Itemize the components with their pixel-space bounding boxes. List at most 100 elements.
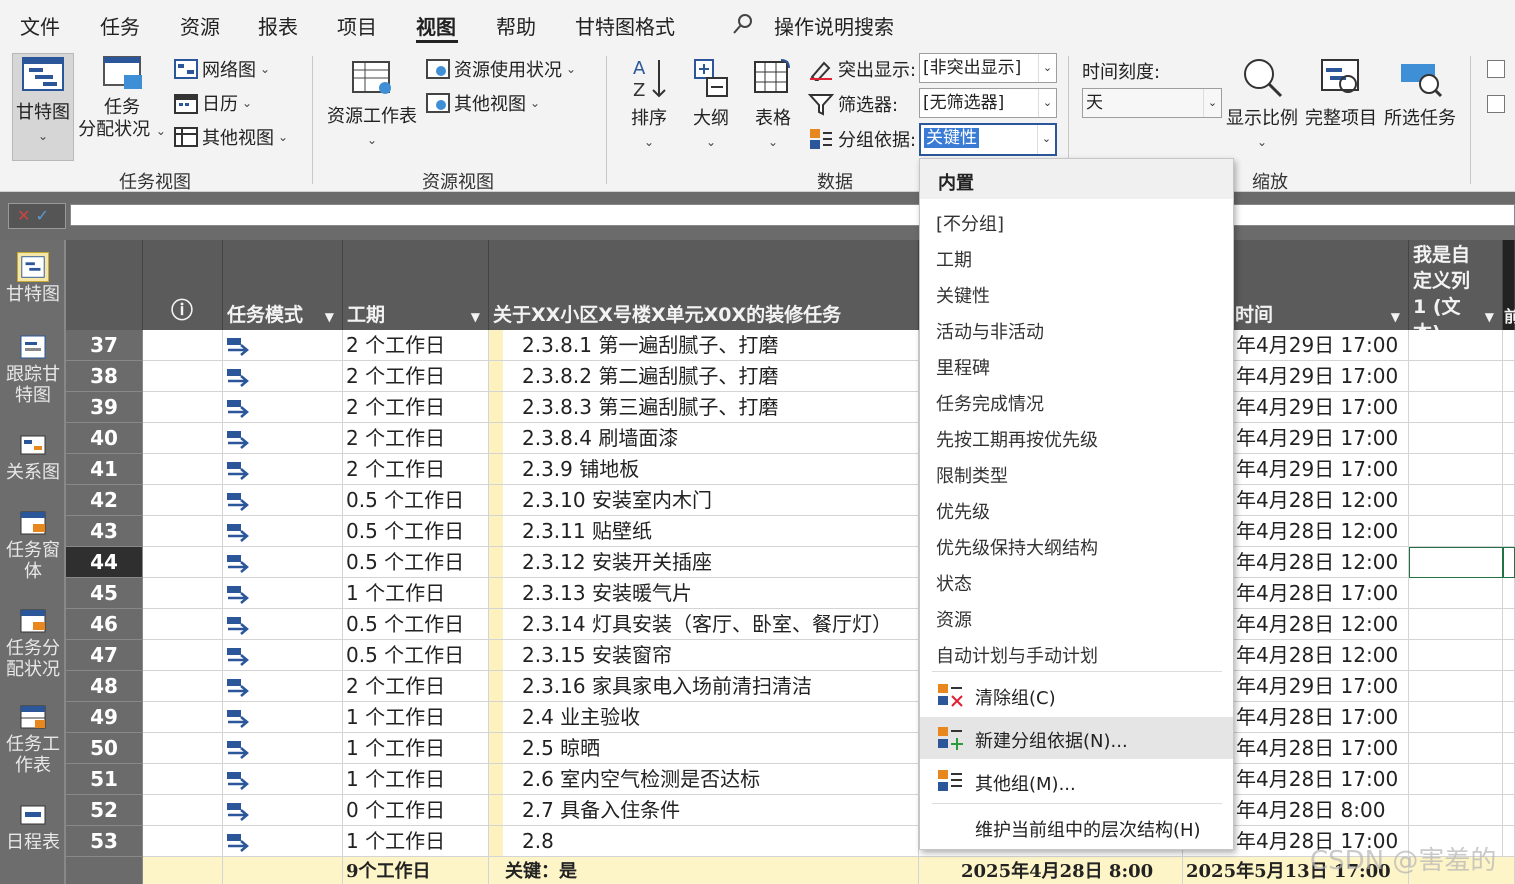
duration-cell[interactable]: 0.5 个工作日 [343, 516, 489, 547]
task-name-cell[interactable]: 2.3.13 安装暖气片 [489, 578, 919, 609]
extra-cell[interactable] [1503, 516, 1515, 547]
calendar-button[interactable]: 日历 ⌄ [174, 90, 252, 116]
info-cell[interactable] [143, 702, 223, 733]
extra-cell[interactable] [1503, 733, 1515, 764]
column-header-task-mode[interactable]: 任务模式 ▼ [223, 240, 343, 330]
mode-cell[interactable] [223, 609, 343, 640]
group-option[interactable]: 先按工期再按优先级 [920, 419, 1233, 455]
table-row[interactable]: 47 0.5 个工作日 2.3.15 安装窗帘 年4月28日 12:00 [66, 640, 1515, 671]
custom-text-cell[interactable] [1409, 330, 1503, 361]
task-name-cell[interactable]: 2.3.8.1 第一遍刮腻子、打磨 [489, 330, 919, 361]
summary-duration[interactable]: 9个工作日 [343, 857, 489, 884]
duration-cell[interactable]: 2 个工作日 [343, 454, 489, 485]
mode-cell[interactable] [223, 516, 343, 547]
row-number[interactable]: 41 [66, 454, 143, 485]
extra-cell[interactable] [1503, 423, 1515, 454]
custom-text-cell[interactable] [1409, 609, 1503, 640]
row-number[interactable]: 37 [66, 330, 143, 361]
row-number[interactable]: 46 [66, 609, 143, 640]
group-option[interactable]: 活动与非活动 [920, 311, 1233, 347]
more-groups-command[interactable]: 其他组(M)... [920, 760, 1233, 802]
group-option[interactable]: 工期 [920, 239, 1233, 275]
row-number[interactable]: 48 [66, 671, 143, 702]
entire-project-button[interactable]: 完整项目 [1304, 56, 1378, 156]
chevron-down-icon[interactable]: ⌄ [1203, 89, 1221, 117]
task-name-cell[interactable]: 2.3.8.4 刷墙面漆 [489, 423, 919, 454]
row-number[interactable]: 52 [66, 795, 143, 826]
group-option[interactable]: 任务完成情况 [920, 383, 1233, 419]
mode-cell[interactable] [223, 392, 343, 423]
duration-cell[interactable]: 0.5 个工作日 [343, 485, 489, 516]
chevron-down-icon[interactable]: ▼ [1485, 310, 1494, 324]
info-cell[interactable] [143, 578, 223, 609]
info-cell[interactable] [143, 423, 223, 454]
task-name-cell[interactable]: 2.3.15 安装窗帘 [489, 640, 919, 671]
viewbar-task-usage[interactable]: 任务分配状况 [0, 606, 66, 680]
row-number[interactable]: 39 [66, 392, 143, 423]
group-summary-row[interactable]: 9个工作日 关键：是 2025年4月28日 8:00 2025年5月13日 17… [66, 857, 1515, 884]
task-name-cell[interactable]: 2.5 晾晒 [489, 733, 919, 764]
cancel-enter-buttons[interactable]: ✕ ✓ [8, 203, 66, 229]
mode-cell[interactable] [223, 578, 343, 609]
extra-cell[interactable] [1503, 671, 1515, 702]
menu-file[interactable]: 文件 [20, 11, 60, 40]
info-cell[interactable] [143, 361, 223, 392]
table-row[interactable]: 48 2 个工作日 2.3.16 家具家电入场前清扫清洁 年4月29日 17:00 [66, 671, 1515, 702]
duration-cell[interactable]: 1 个工作日 [343, 733, 489, 764]
table-row[interactable]: 40 2 个工作日 2.3.8.4 刷墙面漆 年4月29日 17:00 [66, 423, 1515, 454]
summary-group-name[interactable]: 关键：是 [489, 857, 919, 884]
duration-cell[interactable]: 1 个工作日 [343, 826, 489, 857]
column-header-duration[interactable]: 工期 ▼ [343, 240, 489, 330]
mode-cell[interactable] [223, 795, 343, 826]
group-option[interactable]: 优先级 [920, 491, 1233, 527]
task-name-cell[interactable]: 2.8 [489, 826, 919, 857]
chevron-down-icon[interactable]: ⌄ [1037, 125, 1055, 154]
extra-cell[interactable] [1503, 578, 1515, 609]
row-number[interactable]: 53 [66, 826, 143, 857]
info-cell[interactable] [143, 733, 223, 764]
mode-cell[interactable] [223, 423, 343, 454]
network-diagram-button[interactable]: 网络图 ⌄ [174, 56, 270, 82]
info-cell[interactable] [143, 764, 223, 795]
resource-other-views-button[interactable]: 其他视图 ⌄ [426, 90, 540, 116]
mode-cell[interactable] [223, 485, 343, 516]
row-number[interactable] [66, 857, 143, 884]
summary-start[interactable]: 2025年4月28日 8:00 [919, 857, 1183, 884]
mode-cell[interactable] [223, 330, 343, 361]
info-cell[interactable] [143, 609, 223, 640]
task-name-cell[interactable]: 2.3.11 贴壁纸 [489, 516, 919, 547]
info-cell[interactable] [143, 671, 223, 702]
highlight-combo[interactable]: [非突出显示] ⌄ [919, 53, 1057, 83]
ribbon-checkbox[interactable] [1487, 60, 1505, 78]
mode-cell[interactable] [223, 733, 343, 764]
gantt-chart-button[interactable]: 甘特图 ⌄ [12, 53, 74, 161]
column-header-task-name[interactable]: 关于XX小区X号楼X单元X0X的装修任务 [489, 240, 919, 330]
custom-text-cell[interactable] [1409, 795, 1503, 826]
tables-button[interactable]: 表格 ⌄ [746, 56, 800, 156]
selected-tasks-button[interactable]: 所选任务 [1382, 56, 1458, 156]
row-number[interactable]: 45 [66, 578, 143, 609]
chevron-down-icon[interactable]: ▼ [471, 310, 480, 324]
custom-text-cell[interactable] [1409, 671, 1503, 702]
custom-text-cell[interactable] [1409, 578, 1503, 609]
task-name-cell[interactable]: 2.3.16 家具家电入场前清扫清洁 [489, 671, 919, 702]
search-icon[interactable] [732, 13, 754, 35]
resource-sheet-button[interactable]: 资源工作表 ⌄ [324, 58, 420, 158]
custom-text-cell[interactable] [1409, 423, 1503, 454]
mode-cell[interactable] [223, 671, 343, 702]
duration-cell[interactable]: 0.5 个工作日 [343, 609, 489, 640]
mode-cell[interactable] [223, 547, 343, 578]
extra-cell[interactable] [1503, 609, 1515, 640]
custom-text-cell[interactable] [1409, 640, 1503, 671]
task-name-cell[interactable]: 2.6 室内空气检测是否达标 [489, 764, 919, 795]
table-row[interactable]: 46 0.5 个工作日 2.3.14 灯具安装（客厅、卧室、餐厅灯） 年4月28日 1… [66, 609, 1515, 640]
info-cell[interactable] [143, 485, 223, 516]
table-row[interactable]: 42 0.5 个工作日 2.3.10 安装室内木门 年4月28日 12:00 [66, 485, 1515, 516]
task-name-cell[interactable]: 2.4 业主验收 [489, 702, 919, 733]
group-option[interactable]: 限制类型 [920, 455, 1233, 491]
table-row[interactable]: 38 2 个工作日 2.3.8.2 第二遍刮腻子、打磨 年4月29日 17:00 [66, 361, 1515, 392]
new-group-by-command[interactable]: 新建分组依据(N)... [920, 717, 1233, 759]
row-number[interactable]: 49 [66, 702, 143, 733]
info-cell[interactable] [143, 547, 223, 578]
task-name-cell[interactable]: 2.3.8.3 第三遍刮腻子、打磨 [489, 392, 919, 423]
